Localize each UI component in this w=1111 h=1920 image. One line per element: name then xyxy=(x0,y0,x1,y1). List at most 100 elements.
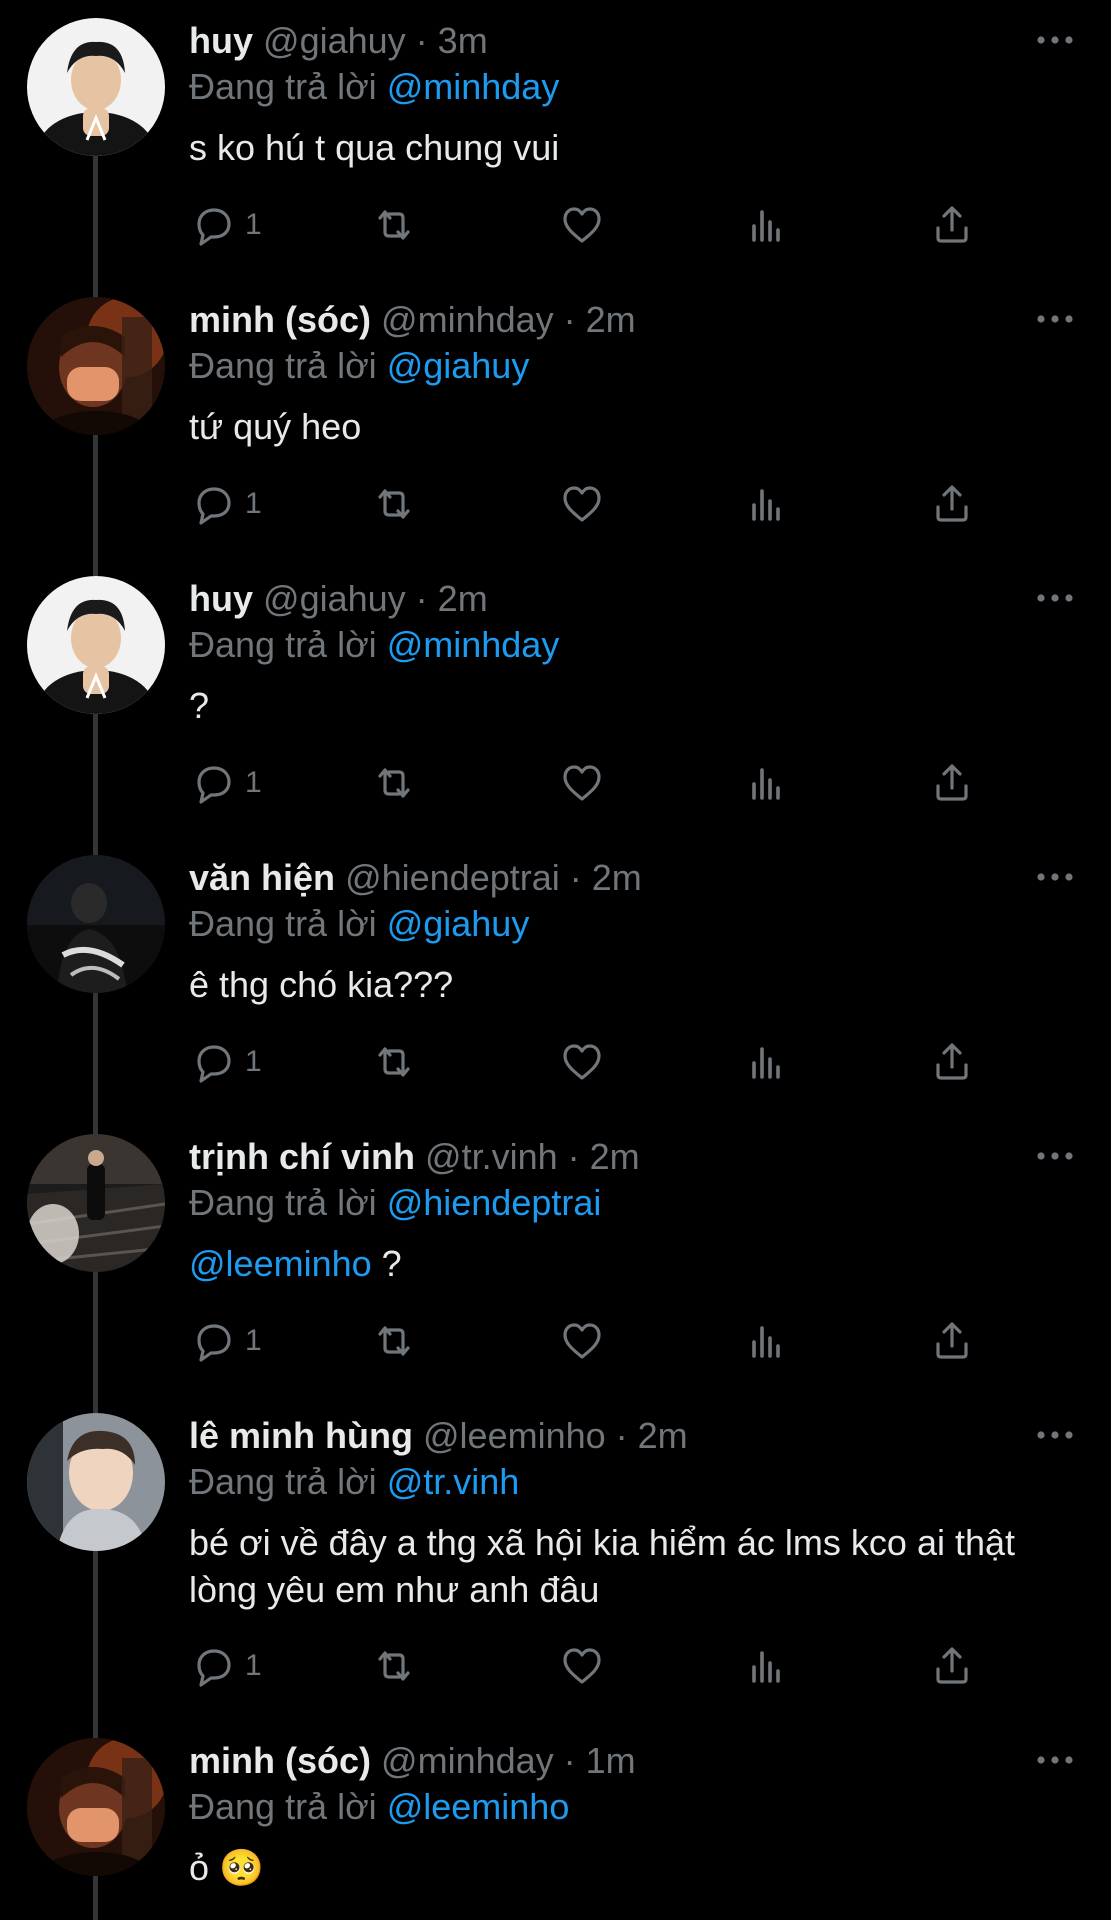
timestamp[interactable]: 2m xyxy=(438,578,488,619)
reply-icon xyxy=(197,1045,231,1083)
share-icon xyxy=(936,1043,968,1080)
replying-to: Đang trả lời @minhday xyxy=(189,64,1069,110)
replying-to-label: Đang trả lời xyxy=(189,624,377,665)
retweet-button[interactable] xyxy=(371,1037,417,1087)
more-horizontal-icon[interactable] xyxy=(1035,1425,1075,1445)
share-button[interactable] xyxy=(929,479,975,529)
like-button[interactable] xyxy=(559,200,605,250)
more-horizontal-icon[interactable] xyxy=(1035,867,1075,887)
tweet-text: ỏ 🥺 xyxy=(189,1844,1069,1891)
views-button[interactable] xyxy=(744,758,790,808)
share-icon xyxy=(936,1647,968,1684)
more-horizontal-icon[interactable] xyxy=(1035,1146,1075,1166)
replying-to-label: Đang trả lời xyxy=(189,1786,377,1827)
author-handle[interactable]: @minhday xyxy=(381,1740,554,1781)
author-handle[interactable]: @giahuy xyxy=(263,20,406,61)
replying-to-mention[interactable]: @giahuy xyxy=(387,903,530,944)
views-button[interactable] xyxy=(744,1641,790,1691)
views-button[interactable] xyxy=(744,479,790,529)
avatar[interactable] xyxy=(27,18,165,156)
author-name[interactable]: minh (sóc) xyxy=(189,299,371,340)
thread-line xyxy=(93,1116,98,1134)
share-icon xyxy=(936,206,968,243)
author-name[interactable]: huy xyxy=(189,20,253,61)
retweet-button[interactable] xyxy=(371,758,417,808)
replying-to: Đang trả lời @tr.vinh xyxy=(189,1459,1069,1505)
reply-button[interactable]: 1 xyxy=(189,1316,262,1366)
views-button[interactable] xyxy=(744,1316,790,1366)
replying-to-mention[interactable]: @hiendeptrai xyxy=(387,1182,602,1223)
timestamp[interactable]: 2m xyxy=(590,1136,640,1177)
timestamp[interactable]: 3m xyxy=(438,20,488,61)
views-chart-icon xyxy=(752,1047,780,1079)
author-handle[interactable]: @tr.vinh xyxy=(425,1136,558,1177)
tweet: minh (sóc) @minhday · 1m Đang trả lời @le… xyxy=(0,1720,1111,1920)
replying-to-mention[interactable]: @giahuy xyxy=(387,345,530,386)
author-name[interactable]: minh (sóc) xyxy=(189,1740,371,1781)
like-button[interactable] xyxy=(559,758,605,808)
retweet-button[interactable] xyxy=(371,200,417,250)
reply-count: 1 xyxy=(245,766,262,799)
reply-button[interactable]: 1 xyxy=(189,200,262,250)
share-button[interactable] xyxy=(929,758,975,808)
replying-to-mention[interactable]: @minhday xyxy=(387,66,560,107)
thread-line xyxy=(93,1720,98,1738)
tweet-body: ê thg chó kia??? xyxy=(189,964,454,1005)
avatar[interactable] xyxy=(27,1134,165,1272)
avatar[interactable] xyxy=(27,1413,165,1551)
author-handle[interactable]: @minhday xyxy=(381,299,554,340)
retweet-button[interactable] xyxy=(371,479,417,529)
views-button[interactable] xyxy=(744,1037,790,1087)
reply-icon xyxy=(197,766,231,804)
like-button[interactable] xyxy=(559,1316,605,1366)
avatar[interactable] xyxy=(27,297,165,435)
timestamp[interactable]: 1m xyxy=(586,1740,636,1781)
tweet-mention[interactable]: @leeminho xyxy=(189,1243,372,1284)
thread-line xyxy=(93,435,98,558)
replying-to-mention[interactable]: @minhday xyxy=(387,624,560,665)
timestamp[interactable]: 2m xyxy=(638,1415,688,1456)
author-handle[interactable]: @hiendeptrai xyxy=(345,857,560,898)
like-button[interactable] xyxy=(559,1037,605,1087)
tweet-header: huy @giahuy · 3m xyxy=(189,18,1069,64)
views-button[interactable] xyxy=(744,200,790,250)
reply-button[interactable]: 1 xyxy=(189,479,262,529)
avatar[interactable] xyxy=(27,855,165,993)
author-name[interactable]: huy xyxy=(189,578,253,619)
more-horizontal-icon[interactable] xyxy=(1035,1750,1075,1770)
reply-button[interactable]: 1 xyxy=(189,758,262,808)
author-name[interactable]: văn hiện xyxy=(189,857,335,898)
timestamp[interactable]: 2m xyxy=(592,857,642,898)
more-horizontal-icon[interactable] xyxy=(1035,309,1075,329)
tweet-header: minh (sóc) @minhday · 2m xyxy=(189,297,1069,343)
reply-icon xyxy=(197,1324,231,1362)
more-horizontal-icon[interactable] xyxy=(1035,588,1075,608)
tweet-content: huy @giahuy · 3m Đang trả lời @minhday s k… xyxy=(189,18,1069,171)
replying-to-mention[interactable]: @tr.vinh xyxy=(387,1461,520,1502)
thread-line xyxy=(93,837,98,855)
retweet-icon xyxy=(378,489,410,519)
retweet-button[interactable] xyxy=(371,1316,417,1366)
timestamp[interactable]: 2m xyxy=(586,299,636,340)
retweet-button[interactable] xyxy=(371,1641,417,1691)
more-horizontal-icon[interactable] xyxy=(1035,30,1075,50)
tweet-text: s ko hú t qua chung vui xyxy=(189,124,1069,171)
replying-to-mention[interactable]: @leeminho xyxy=(387,1786,570,1827)
share-button[interactable] xyxy=(929,1316,975,1366)
reply-button[interactable]: 1 xyxy=(189,1641,262,1691)
author-handle[interactable]: @giahuy xyxy=(263,578,406,619)
share-button[interactable] xyxy=(929,200,975,250)
author-name[interactable]: trịnh chí vinh xyxy=(189,1136,415,1177)
tweet-body: s ko hú t qua chung vui xyxy=(189,127,560,168)
share-button[interactable] xyxy=(929,1037,975,1087)
avatar[interactable] xyxy=(27,1738,165,1876)
avatar[interactable] xyxy=(27,576,165,714)
author-handle[interactable]: @leeminho xyxy=(423,1415,606,1456)
author-name[interactable]: lê minh hùng xyxy=(189,1415,413,1456)
share-button[interactable] xyxy=(929,1641,975,1691)
like-button[interactable] xyxy=(559,1641,605,1691)
like-button[interactable] xyxy=(559,479,605,529)
reply-button[interactable]: 1 xyxy=(189,1037,262,1087)
